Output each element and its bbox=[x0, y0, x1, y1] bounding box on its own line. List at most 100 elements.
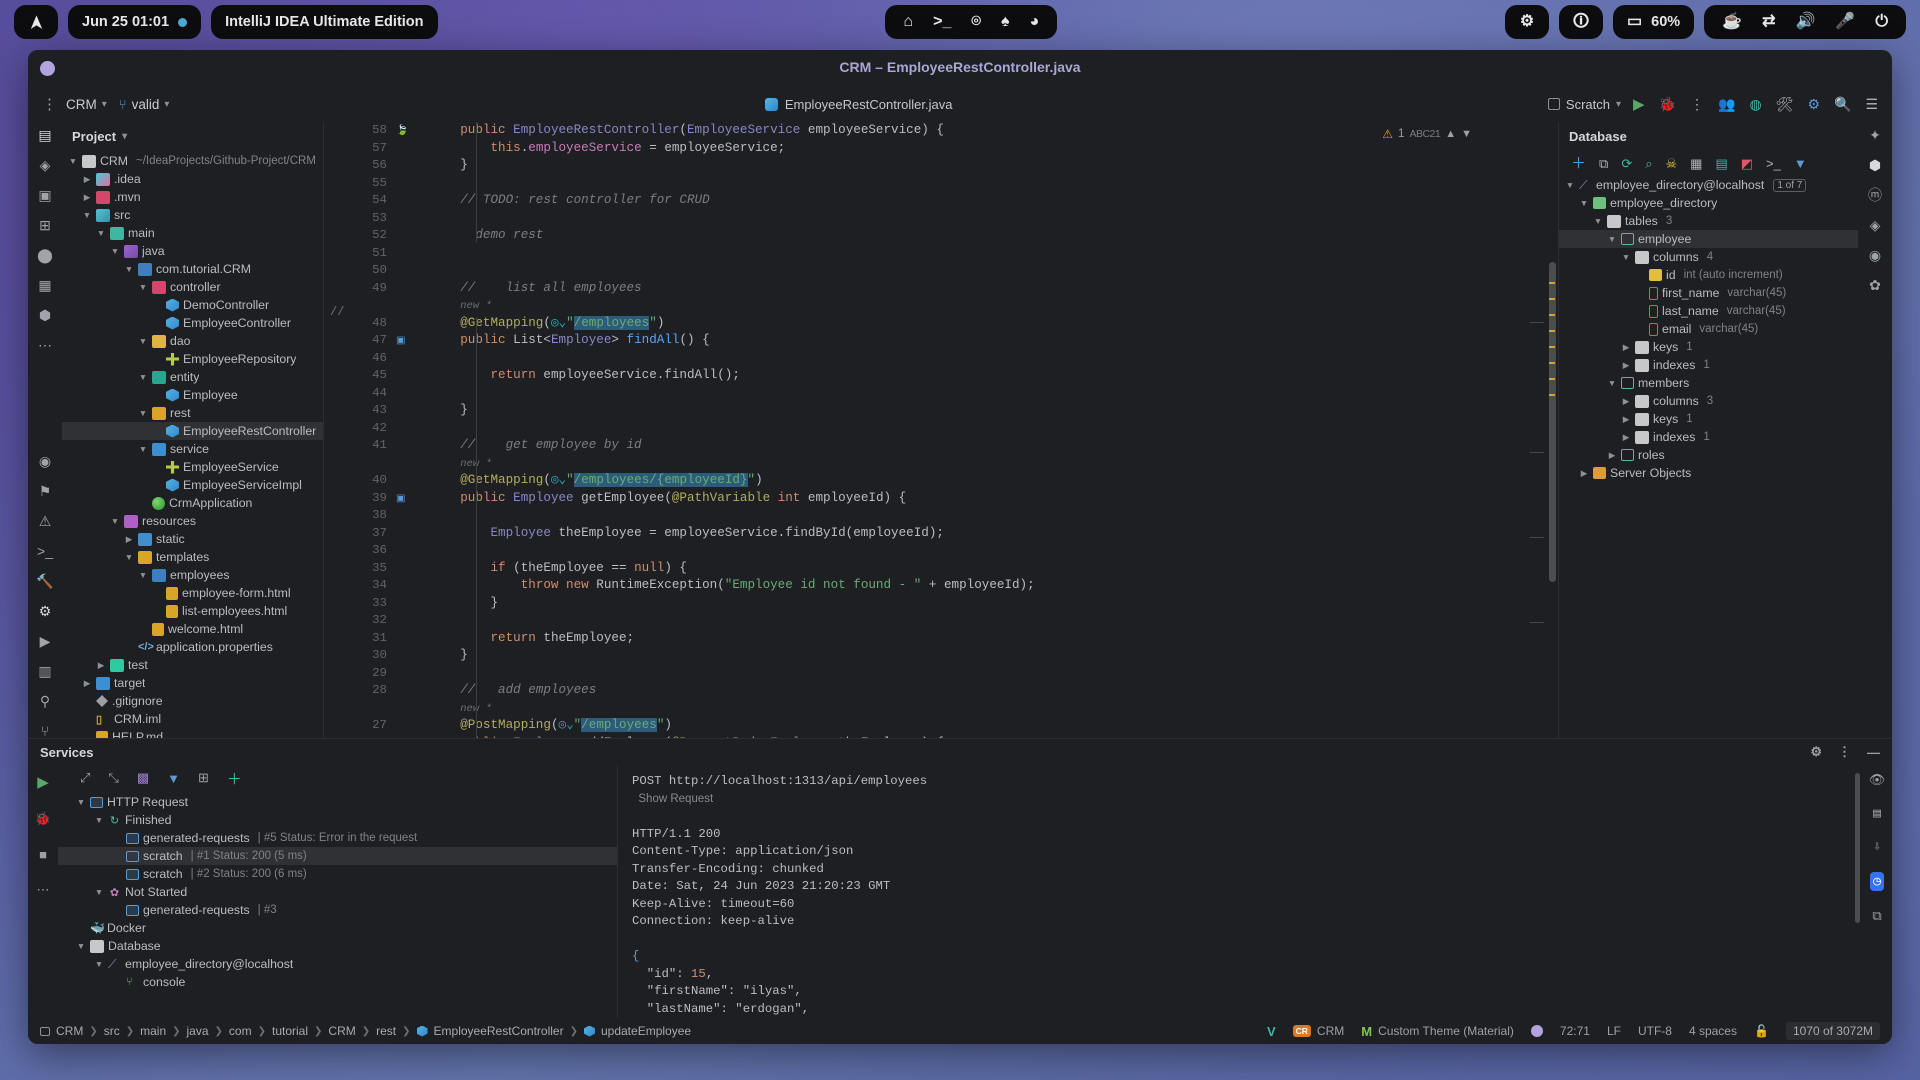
build-icon[interactable]: 🔨 bbox=[36, 574, 53, 588]
tray-group[interactable]: ☕ ⇄ 🔊 🎤 ⏻ bbox=[1704, 5, 1906, 39]
table-icon[interactable]: ▦ bbox=[1690, 157, 1702, 170]
breadcrumb-item[interactable]: EmployeeRestController bbox=[434, 1024, 564, 1038]
project-status[interactable]: CR CRM bbox=[1292, 1024, 1344, 1038]
filter-icon[interactable]: ▼ bbox=[167, 771, 180, 786]
tree-row[interactable]: ▼ rest bbox=[62, 404, 323, 422]
info-shield-icon[interactable]: 🛈 bbox=[1559, 5, 1604, 39]
tree-row[interactable]: ·last_namevarchar(45) bbox=[1559, 302, 1858, 320]
code-line[interactable] bbox=[430, 350, 1558, 368]
speaker-icon[interactable]: 🔊 bbox=[1796, 14, 1816, 30]
settings-icon[interactable]: ⚙ bbox=[1807, 96, 1820, 113]
fold-marker-icon[interactable]: // bbox=[330, 305, 344, 319]
tree-row[interactable]: ·EmployeeService bbox=[62, 458, 323, 476]
scrollbar-thumb[interactable] bbox=[1855, 773, 1860, 923]
code-line[interactable] bbox=[430, 262, 1558, 280]
code-line[interactable]: public Employee getEmployee(@PathVariabl… bbox=[430, 490, 1558, 508]
tree-row[interactable]: ▼ ⟋ employee_directory@localhost bbox=[58, 955, 617, 973]
tree-row[interactable]: ·CrmApplication bbox=[62, 494, 323, 512]
spring-bean-gutter-icon[interactable]: 🍃 bbox=[396, 125, 408, 136]
tree-row[interactable]: ▼ HTTP Request bbox=[58, 793, 617, 811]
script-icon[interactable]: ▤ bbox=[1715, 157, 1727, 170]
code-line[interactable]: // TODO: rest controller for CRUD bbox=[430, 192, 1558, 210]
run-icon[interactable]: ▶ bbox=[37, 773, 49, 791]
chevron-down-icon[interactable]: ▼ bbox=[138, 408, 148, 418]
gears-icon[interactable]: ⚙ bbox=[1505, 5, 1550, 39]
database-rail-icon[interactable]: ⬢ bbox=[39, 308, 51, 322]
tree-row[interactable]: ·▯CRM.iml bbox=[62, 710, 323, 728]
breadcrumb-item[interactable]: CRM bbox=[328, 1024, 355, 1038]
chevron-down-icon[interactable]: ▼ bbox=[68, 156, 78, 166]
tree-row[interactable]: ·generated-requests| #3 bbox=[58, 901, 617, 919]
tree-row[interactable]: ▼ employees bbox=[62, 566, 323, 584]
chevron-down-icon[interactable]: ▼ bbox=[1579, 198, 1589, 208]
tree-row[interactable]: ▼ templates bbox=[62, 548, 323, 566]
code-line[interactable]: new * bbox=[430, 700, 1558, 718]
people-icon[interactable]: 👥 bbox=[1718, 96, 1735, 113]
network-transfer-icon[interactable]: ⇄ bbox=[1762, 14, 1775, 30]
chevron-down-icon[interactable]: ▼ bbox=[1607, 378, 1617, 388]
code-line[interactable] bbox=[430, 175, 1558, 193]
palette-icon[interactable]: ◕ bbox=[1029, 14, 1039, 30]
chevron-down-icon[interactable]: ▼ bbox=[124, 552, 134, 562]
tree-row[interactable]: ·EmployeeServiceImpl bbox=[62, 476, 323, 494]
plus-icon[interactable]: ＋ bbox=[227, 768, 242, 789]
code-line[interactable] bbox=[430, 612, 1558, 630]
tree-row[interactable]: ·first_namevarchar(45) bbox=[1559, 284, 1858, 302]
tree-row[interactable]: ▼ main bbox=[62, 224, 323, 242]
code-line[interactable]: // add employees bbox=[430, 682, 1558, 700]
chevron-down-icon[interactable]: ▼ bbox=[138, 372, 148, 382]
tree-row[interactable]: ▼ com.tutorial.CRM bbox=[62, 260, 323, 278]
layout-icon[interactable]: ☰ bbox=[1865, 96, 1878, 113]
terminal-icon[interactable]: >_ bbox=[933, 14, 951, 30]
tree-row[interactable]: ▶ .mvn bbox=[62, 188, 323, 206]
more-icon[interactable]: ⋯ bbox=[37, 882, 50, 898]
tree-row[interactable]: ·🐳Docker bbox=[58, 919, 617, 937]
theme-status[interactable]: M Custom Theme (Material) bbox=[1361, 1024, 1514, 1039]
power-icon[interactable]: ⏻ bbox=[1875, 14, 1888, 30]
chevron-down-icon[interactable]: ▼ bbox=[138, 444, 148, 454]
chevron-down-icon[interactable]: ▼ bbox=[110, 516, 120, 526]
vcs-icon[interactable]: V bbox=[1267, 1024, 1276, 1039]
run-icon[interactable]: ▶ bbox=[1633, 95, 1645, 113]
more-icon[interactable]: ⋮ bbox=[1838, 744, 1851, 760]
code-line[interactable]: new * bbox=[430, 297, 1558, 315]
breadcrumb-item[interactable]: main bbox=[140, 1024, 166, 1038]
breadcrumb-item[interactable]: java bbox=[187, 1024, 209, 1038]
add-tab-icon[interactable]: ⊞ bbox=[198, 770, 209, 786]
tree-row[interactable]: ·emailvarchar(45) bbox=[1559, 320, 1858, 338]
code-line[interactable]: public Employee addEmployee(@RequestBody… bbox=[430, 735, 1558, 739]
collapse-all-icon[interactable]: ⤡ bbox=[108, 770, 118, 786]
skull-icon[interactable]: ☠ bbox=[1666, 157, 1678, 170]
code-area[interactable]: // 58 57 56 55 54 53 52 51 50 49 48 47 46 45 44 43 42 41 4… bbox=[324, 122, 1558, 738]
tree-row[interactable]: ▶ keys 1 bbox=[1559, 338, 1858, 356]
github-icon[interactable]: ⬤ bbox=[37, 248, 53, 262]
chevron-right-icon[interactable]: ▶ bbox=[82, 174, 92, 185]
branch-selector[interactable]: ⑂ valid ▾ bbox=[119, 97, 170, 112]
chevron-down-icon[interactable]: ▼ bbox=[96, 228, 106, 238]
code-line[interactable]: this.employeeService = employeeService; bbox=[430, 140, 1558, 158]
code-line[interactable] bbox=[430, 245, 1558, 263]
services-output[interactable]: POST http://localhost:1313/api/employees… bbox=[618, 765, 1892, 1018]
tree-row[interactable]: ·</>application.properties bbox=[62, 638, 323, 656]
tree-row[interactable]: ▼ resources bbox=[62, 512, 323, 530]
tree-row[interactable]: ·EmployeeController bbox=[62, 314, 323, 332]
rocket-icon[interactable]: ♠ bbox=[1001, 14, 1010, 30]
gutter-icons[interactable]: 🍃 ▣ ▣ ▣ bbox=[394, 122, 416, 738]
chevron-right-icon[interactable]: ▶ bbox=[1621, 414, 1631, 425]
tree-row[interactable]: ▼ CRM ~/IdeaProjects/Github-Project/CRM bbox=[62, 152, 323, 170]
breadcrumb-item[interactable]: tutorial bbox=[272, 1024, 308, 1038]
code-line[interactable] bbox=[430, 210, 1558, 228]
debug-icon[interactable]: 🐞 bbox=[35, 811, 51, 827]
chevron-right-icon[interactable]: ▶ bbox=[1607, 450, 1617, 461]
chevron-down-icon[interactable]: ▼ bbox=[1565, 180, 1575, 190]
scrollbar-thumb[interactable] bbox=[1549, 262, 1556, 582]
line-separator[interactable]: LF bbox=[1607, 1024, 1621, 1038]
project-selector[interactable]: CRM ▾ bbox=[66, 97, 107, 112]
chevron-right-icon[interactable]: ▶ bbox=[124, 534, 134, 545]
bean-icon[interactable]: ✿ bbox=[1869, 278, 1881, 292]
chevron-down-icon[interactable]: ▼ bbox=[94, 959, 104, 969]
prev-problem-icon[interactable]: ▲ bbox=[1445, 128, 1456, 140]
copy-icon[interactable]: ⧉ bbox=[1599, 157, 1608, 170]
console-icon[interactable]: >_ bbox=[1766, 157, 1781, 170]
editor-scrollbar[interactable] bbox=[1546, 122, 1558, 738]
